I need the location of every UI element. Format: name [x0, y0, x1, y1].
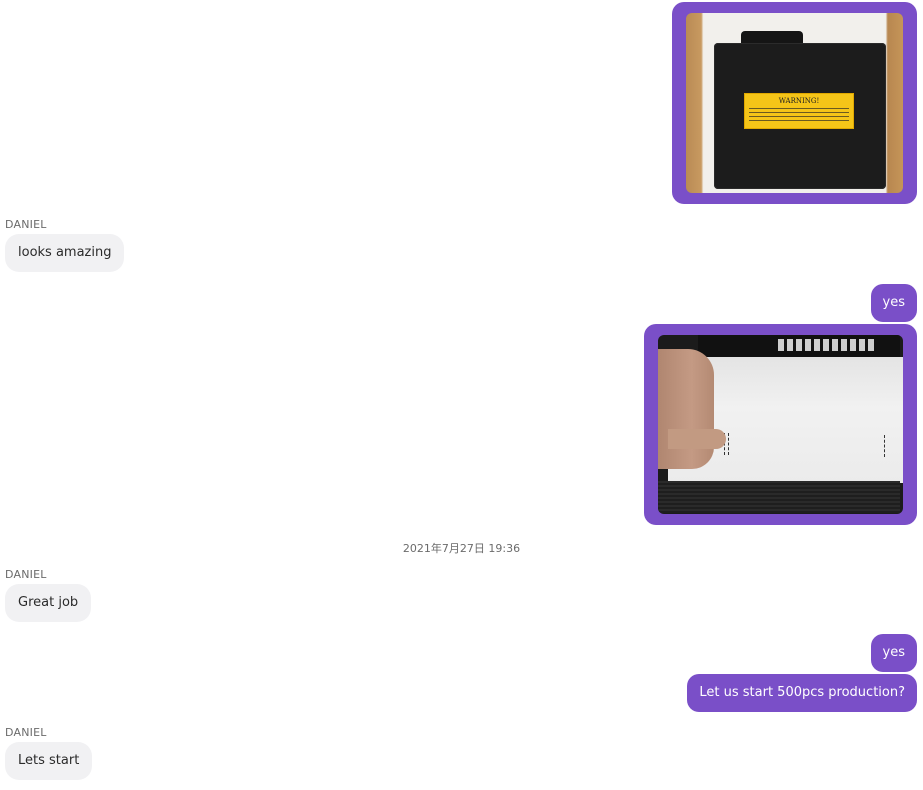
- product-photo-bag-inside[interactable]: [658, 335, 903, 514]
- incoming-message[interactable]: Lets start: [5, 742, 93, 780]
- incoming-message[interactable]: Great job: [5, 584, 92, 622]
- timestamp: 2021年7月27日 19:36: [402, 542, 521, 555]
- finger: [668, 429, 726, 449]
- outgoing-message[interactable]: yes: [870, 284, 917, 322]
- outgoing-message[interactable]: yes: [870, 634, 917, 672]
- warning-label: WARNING!: [744, 93, 854, 129]
- bag-bottom-edge: [658, 481, 900, 513]
- outgoing-image-message[interactable]: [644, 324, 917, 525]
- sender-name: DANIEL: [5, 568, 47, 581]
- bag-flap: [698, 335, 900, 357]
- sender-name: DANIEL: [5, 218, 47, 231]
- outgoing-image-message[interactable]: WARNING!: [672, 2, 917, 204]
- hand: [658, 349, 714, 469]
- outgoing-message[interactable]: Let us start 500pcs production?: [687, 674, 917, 712]
- product-photo-bag[interactable]: WARNING!: [686, 13, 903, 193]
- chat-conversation: WARNING! DANIEL looks amazing yes 2021年7…: [0, 0, 923, 790]
- warning-label-title: WARNING!: [778, 97, 820, 105]
- sender-name: DANIEL: [5, 726, 47, 739]
- incoming-message[interactable]: looks amazing: [5, 234, 125, 272]
